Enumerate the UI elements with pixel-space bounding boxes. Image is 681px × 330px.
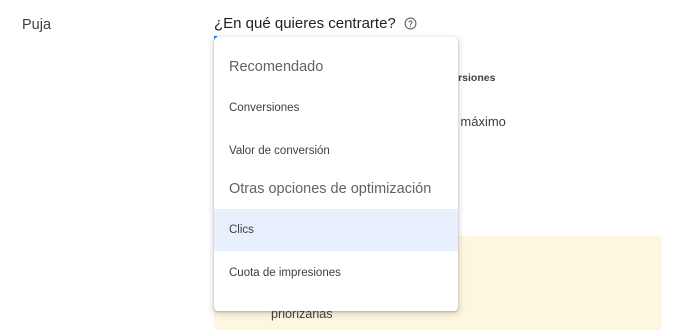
group-header-other: Otras opciones de optimización	[229, 181, 432, 197]
option-conversion-value[interactable]: Valor de conversión	[214, 130, 458, 172]
help-circle-icon[interactable]	[404, 17, 417, 30]
section-label: Puja	[22, 17, 52, 33]
focus-question: ¿En qué quieres centrarte?	[214, 15, 417, 32]
focus-dropdown-menu[interactable]: Recomendado Conversiones Valor de conver…	[214, 37, 458, 311]
group-header-recommended: Recomendado	[229, 59, 324, 75]
option-conversions[interactable]: Conversiones	[214, 87, 458, 129]
option-clicks[interactable]: Clics	[214, 209, 458, 251]
question-text: ¿En qué quieres centrarte?	[214, 15, 396, 32]
option-impression-share[interactable]: Cuota de impresiones	[214, 252, 458, 294]
